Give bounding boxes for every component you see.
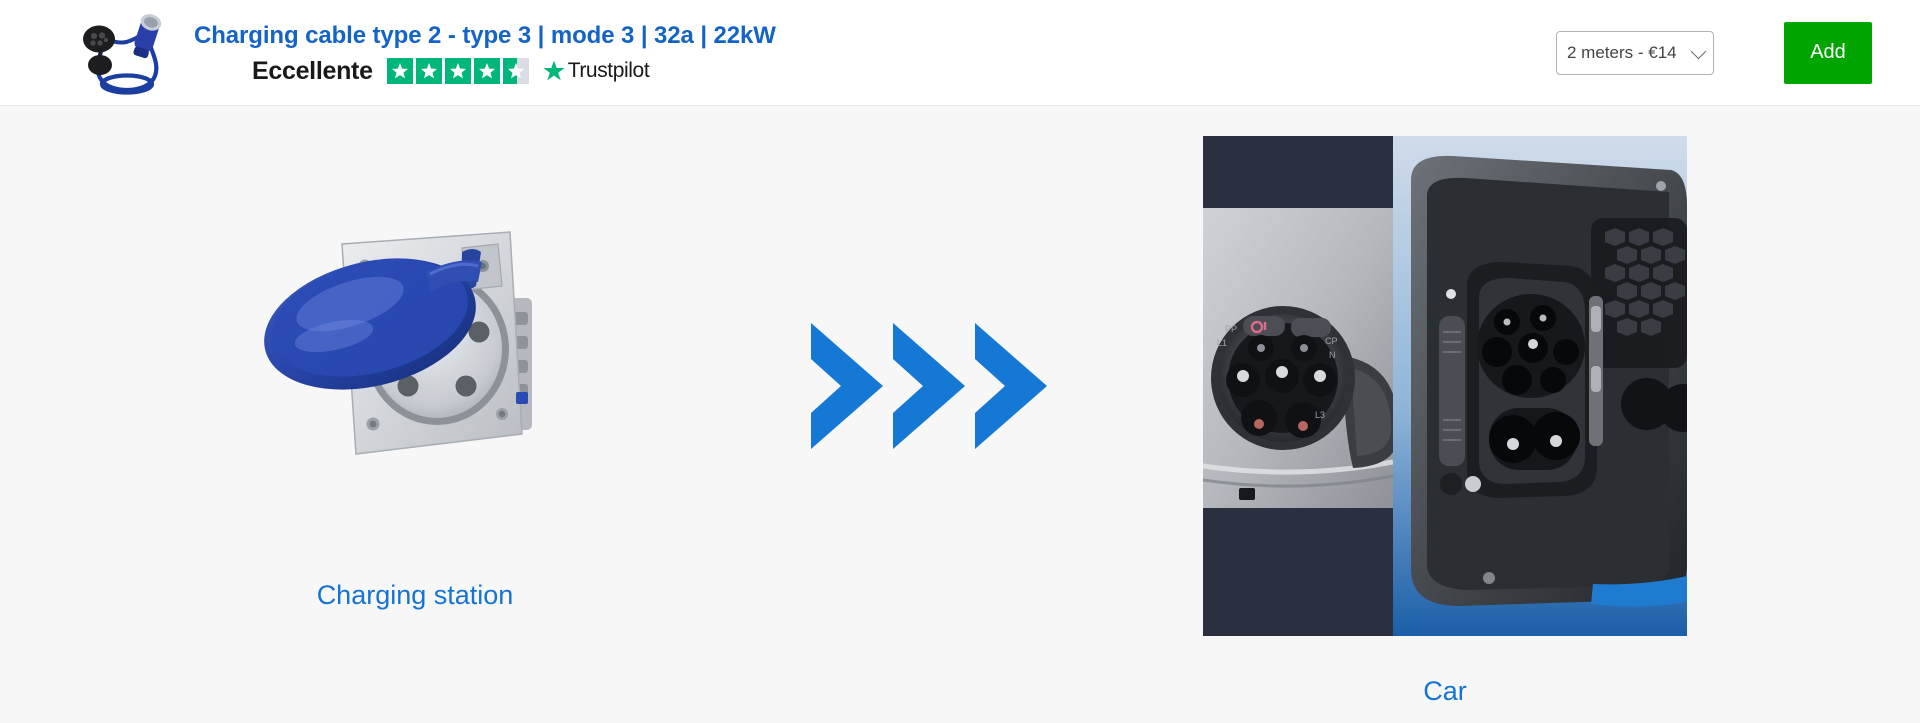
blue-industrial-socket-icon — [264, 231, 532, 455]
car-port-photo-right — [1393, 136, 1687, 636]
star-icon-2 — [415, 57, 442, 84]
svg-text:CP: CP — [1325, 336, 1338, 346]
trustpilot-brand[interactable]: Trustpilot — [543, 59, 650, 83]
charging-station-image — [230, 186, 600, 516]
star-icon-4 — [473, 57, 500, 84]
triple-chevron-right-icon — [809, 321, 1051, 451]
cable-length-select[interactable]: 2 meters - €14 — [1556, 30, 1714, 75]
cable-length-selected-value: 2 meters - €14 — [1567, 42, 1677, 62]
svg-text:L3: L3 — [1315, 410, 1325, 420]
chevron-right-icon-2 — [893, 323, 965, 449]
chevron-right-icon-1 — [811, 323, 883, 449]
trustpilot-brand-label: Trustpilot — [567, 58, 650, 82]
trustpilot-stars — [386, 57, 529, 84]
star-icon-1 — [386, 57, 413, 84]
product-logo[interactable] — [60, 5, 180, 101]
trustpilot-rating-word: Eccellente — [252, 56, 373, 85]
car-caption: Car — [1423, 676, 1467, 706]
header-center-block: Charging cable type 2 - type 3 | mode 3 … — [194, 21, 776, 85]
star-icon-5-half — [502, 57, 529, 84]
charging-station-panel: Charging station — [35, 106, 795, 612]
chevron-right-icon-3 — [975, 323, 1047, 449]
add-to-cart-button[interactable]: Add — [1784, 21, 1872, 84]
connector-comparison-section: Charging station PP L1 CP N L3 Car — [0, 106, 1920, 723]
car-charging-port-image: PP L1 CP N L3 — [1203, 136, 1687, 636]
trustpilot-star-icon — [543, 60, 565, 81]
car-panel: PP L1 CP N L3 Car — [1065, 106, 1825, 708]
svg-text:PP: PP — [1225, 324, 1237, 334]
svg-text:N: N — [1329, 350, 1336, 360]
chevron-down-icon — [1690, 43, 1707, 59]
page-header: Charging cable type 2 - type 3 | mode 3 … — [0, 0, 1920, 106]
trustpilot-rating[interactable]: Eccellente Trustpilot — [252, 56, 650, 85]
star-icon-3 — [444, 57, 471, 84]
svg-text:L1: L1 — [1217, 338, 1227, 348]
page-title: Charging cable type 2 - type 3 | mode 3 … — [194, 21, 776, 49]
direction-arrows-panel — [795, 106, 1065, 451]
header-actions: 2 meters - €14 Add — [1556, 21, 1872, 84]
charging-cable-logo-icon — [83, 13, 162, 95]
charging-station-caption: Charging station — [316, 580, 514, 610]
car-port-photo-left: PP L1 CP N L3 — [1203, 136, 1393, 636]
